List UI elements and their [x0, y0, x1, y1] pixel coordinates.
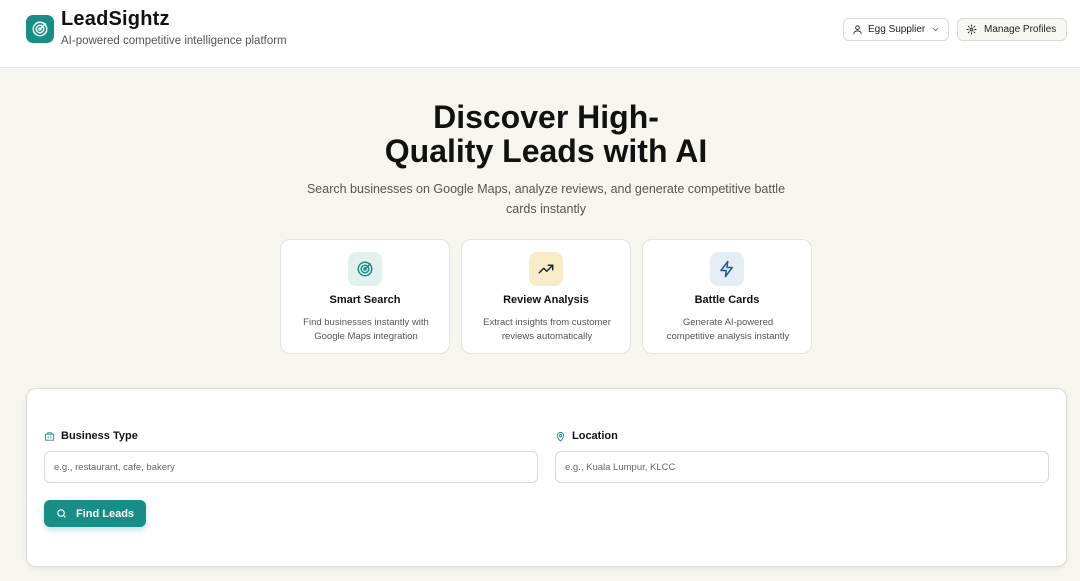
- business-type-label: Business Type: [44, 430, 138, 442]
- feature-description: Extract insights from customer reviews a…: [474, 316, 620, 344]
- manage-profiles-label: Manage Profiles: [984, 24, 1057, 35]
- app-tagline: AI-powered competitive intelligence plat…: [61, 35, 287, 47]
- logo[interactable]: [26, 15, 54, 43]
- app-name: LeadSightz: [61, 8, 170, 30]
- hero-subtitle-line-1: Search businesses on Google Maps, analyz…: [306, 182, 786, 196]
- search-icon: [57, 509, 66, 518]
- feature-title: Battle Cards: [694, 294, 760, 306]
- hero-subtitle: Search businesses on Google Maps, analyz…: [296, 179, 796, 219]
- profile-select[interactable]: Egg Supplier: [843, 18, 949, 41]
- user-icon: [853, 25, 862, 35]
- hero-title-line-1: Discover High-: [433, 99, 659, 135]
- building-icon: [44, 431, 55, 441]
- hero-title: Discover High- Quality Leads with AI: [340, 100, 752, 168]
- hero-subtitle-line-2: cards instantly: [506, 202, 586, 216]
- app-header: LeadSightz AI-powered competitive intell…: [0, 0, 1080, 68]
- target-icon: [32, 21, 48, 37]
- feature-card-review-analysis: Review Analysis Extract insights from cu…: [461, 239, 631, 354]
- feature-card-smart-search: Smart Search Find businesses instantly w…: [280, 239, 450, 354]
- feature-title: Smart Search: [329, 294, 401, 306]
- manage-profiles-button[interactable]: Manage Profiles: [957, 18, 1067, 41]
- trending-up-icon: [538, 264, 554, 274]
- business-type-label-text: Business Type: [61, 430, 138, 442]
- feature-title: Review Analysis: [503, 294, 589, 306]
- feature-description: Generate AI-powered competitive analysis…: [655, 316, 801, 344]
- lightning-icon: [720, 260, 733, 278]
- feature-icon-box: [348, 252, 382, 286]
- gear-icon: [966, 24, 977, 35]
- business-type-input[interactable]: [44, 451, 538, 483]
- location-input[interactable]: [555, 451, 1049, 483]
- find-leads-button[interactable]: Find Leads: [44, 500, 146, 527]
- chevron-down-icon: [932, 27, 939, 32]
- find-leads-label: Find Leads: [75, 507, 135, 520]
- feature-description-line: Generate AI-powered: [682, 317, 774, 328]
- hero-title-line-2: Quality Leads with AI: [384, 133, 708, 169]
- map-pin-icon: [556, 431, 565, 442]
- feature-description: Find businesses instantly with Google Ma…: [293, 316, 439, 344]
- location-label-text: Location: [572, 430, 618, 442]
- location-label: Location: [555, 430, 618, 442]
- target-icon: [357, 261, 373, 277]
- feature-description-line: Find businesses instantly with: [303, 317, 429, 328]
- feature-description-line: Google Maps integration: [314, 331, 418, 342]
- feature-description-line: competitive analysis instantly: [666, 331, 790, 342]
- profile-select-value: Egg Supplier: [868, 24, 926, 35]
- feature-card-battle-cards: Battle Cards Generate AI-powered competi…: [642, 239, 812, 354]
- feature-description-line: Extract insights from customer: [483, 317, 611, 328]
- search-panel: Business Type Location Find Leads: [26, 388, 1067, 567]
- feature-icon-box: [529, 252, 563, 286]
- feature-icon-box: [710, 252, 744, 286]
- feature-description-line: reviews automatically: [501, 331, 593, 342]
